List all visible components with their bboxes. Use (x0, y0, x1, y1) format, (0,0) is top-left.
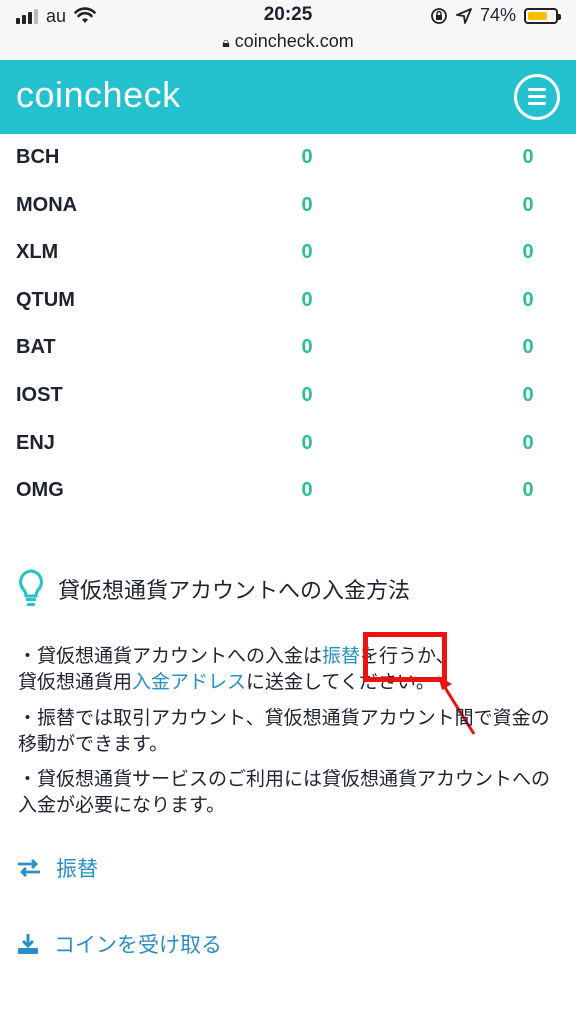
coin-symbol: BAT (16, 336, 56, 359)
receive-label: コインを受け取る (54, 933, 222, 957)
address-bar[interactable]: 🔒︎ coincheck.com (0, 31, 576, 52)
coin-value-2: 0 (522, 431, 534, 454)
coin-row: QTUM 0 0 (0, 277, 576, 325)
coin-row: OMG 0 0 (0, 467, 576, 515)
lock-icon: 🔒︎ (222, 34, 230, 50)
para-text: ・貸仮想通貨アカウントへの入金は (18, 645, 323, 667)
coin-symbol: MONA (16, 193, 78, 216)
coin-row: MONA 0 0 (0, 182, 576, 230)
status-bar: au 20:25 74% 🔒︎ coincheck.com (0, 0, 576, 60)
coin-value-2: 0 (522, 193, 534, 216)
para-line: ・貸仮想通貨アカウントへの入金は振替を行うか、 (18, 643, 558, 669)
transfer-note: ・振替では取引アカウント、貸仮想通貨アカウント間で資金の移動ができます。 (18, 707, 550, 755)
menu-button[interactable] (514, 74, 560, 120)
coin-value-2: 0 (522, 241, 534, 264)
section-title: 貸仮想通貨アカウントへの入金方法 (58, 579, 411, 604)
coin-value-1: 0 (301, 383, 313, 406)
coin-value-1: 0 (301, 146, 313, 168)
coin-value-2: 0 (522, 383, 534, 406)
deposit-address-link[interactable]: 入金アドレス (132, 671, 246, 693)
location-arrow-icon (456, 7, 472, 24)
status-right: 74% (430, 5, 561, 26)
url-text: coincheck.com (234, 31, 354, 51)
battery-icon (524, 7, 561, 24)
transfer-link[interactable]: 振替 (322, 645, 360, 667)
app-header: coincheck (0, 60, 576, 134)
logo[interactable]: coincheck (16, 74, 181, 116)
coin-row: BCH 0 0 (0, 134, 576, 182)
lightbulb-icon (19, 569, 43, 606)
coin-value-1: 0 (301, 336, 313, 359)
receive-coin-action[interactable]: コインを受け取る (16, 929, 222, 959)
coin-value-1: 0 (301, 193, 313, 216)
coin-row: IOST 0 0 (0, 372, 576, 420)
coin-row: ENJ 0 0 (0, 420, 576, 468)
coin-value-1: 0 (301, 479, 313, 502)
coin-value-2: 0 (522, 479, 534, 502)
service-note: ・貸仮想通貨サービスのご利用には貸仮想通貨アカウントへの入金が必要になります。 (18, 768, 551, 816)
coin-symbol: BCH (16, 146, 60, 168)
swap-arrows-icon (18, 859, 40, 877)
deposit-method-heading: 貸仮想通貨アカウントへの入金方法 (16, 568, 410, 610)
coin-symbol: QTUM (16, 288, 75, 311)
para-text: 貸仮想通貨用 (18, 671, 133, 693)
coin-value-1: 0 (301, 241, 313, 264)
coin-value-1: 0 (301, 431, 313, 454)
rotation-lock-icon (431, 7, 447, 24)
coin-symbol: ENJ (16, 431, 55, 454)
coin-value-1: 0 (301, 288, 313, 311)
coin-symbol: OMG (16, 479, 64, 502)
battery-percent: 74% (479, 5, 516, 25)
transfer-label: 振替 (56, 857, 98, 881)
coin-value-2: 0 (522, 336, 534, 359)
coin-row: XLM 0 0 (0, 229, 576, 277)
coin-symbol: IOST (16, 383, 63, 406)
coin-symbol: XLM (16, 241, 59, 264)
coin-balance-list: BCH 0 0 MONA 0 0 XLM 0 0 QTUM 0 0 BAT 0 0 IOST 0 0 E… (0, 134, 576, 515)
coin-value-2: 0 (522, 288, 534, 311)
transfer-action[interactable]: 振替 (16, 853, 98, 883)
coin-row: BAT 0 0 (0, 324, 576, 372)
coin-value-2: 0 (522, 146, 534, 168)
download-icon (18, 934, 38, 954)
